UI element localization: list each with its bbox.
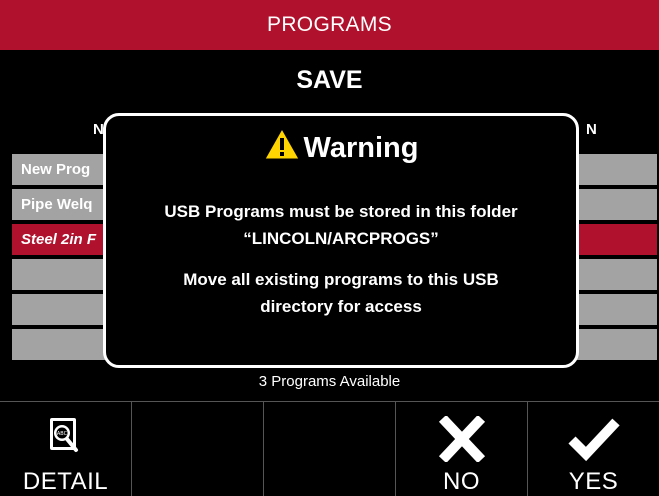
no-label: NO: [443, 468, 480, 495]
message-line: USB Programs must be stored in this fold…: [164, 202, 518, 221]
dialog-message-folder: USB Programs must be stored in this fold…: [106, 198, 576, 252]
program-name: New Prog: [21, 161, 91, 178]
program-name: Pipe Welq: [21, 196, 93, 213]
dialog-message-move: Move all existing programs to this USB d…: [106, 266, 576, 320]
detail-label: DETAIL: [22, 468, 109, 495]
screen-subtitle: SAVE: [296, 66, 363, 94]
softkey-empty-3[interactable]: [264, 402, 396, 496]
yes-button[interactable]: YES: [528, 402, 659, 496]
message-line: Move all existing programs to this USB: [183, 270, 499, 289]
svg-text:ABC: ABC: [56, 431, 67, 437]
detail-icon: ABC: [46, 416, 86, 467]
message-line: directory for access: [260, 297, 422, 316]
yes-label: YES: [568, 468, 619, 495]
detail-button[interactable]: ABC DETAIL: [0, 402, 132, 496]
warning-dialog: Warning USB Programs must be stored in t…: [103, 113, 579, 368]
check-icon: [566, 416, 622, 467]
warning-icon: [263, 127, 304, 168]
x-icon: [438, 414, 485, 467]
column-header-right: N: [586, 121, 597, 138]
page-title: PROGRAMS: [267, 13, 392, 36]
folder-path: “LINCOLN/ARCPROGS”: [243, 229, 439, 248]
programs-count: 3 Programs Available: [258, 373, 401, 390]
softkey-empty-2[interactable]: [132, 402, 264, 496]
dialog-title-text: Warning: [303, 131, 419, 164]
title-bar: PROGRAMS: [0, 0, 659, 50]
program-name: Steel 2in F: [21, 231, 97, 248]
no-button[interactable]: NO: [396, 402, 528, 496]
dialog-title: Warning: [106, 126, 576, 170]
softkey-bar: ABC DETAIL NO YES: [0, 401, 659, 496]
